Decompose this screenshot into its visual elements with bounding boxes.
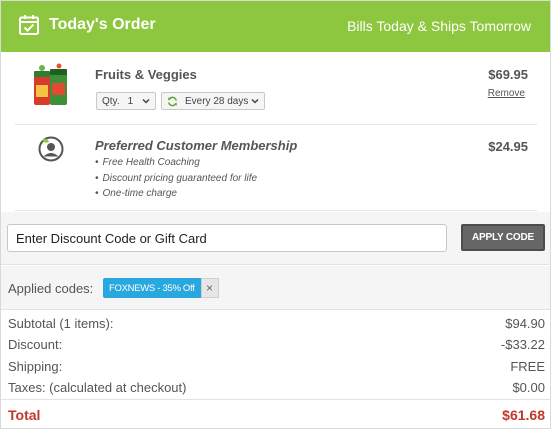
remove-item-link[interactable]: Remove — [488, 88, 525, 99]
discount-value: -$33.22 — [500, 337, 545, 352]
order-title: Today's Order — [49, 16, 156, 33]
benefit-item: Discount pricing guaranteed for life — [95, 171, 258, 187]
applied-code-chip: FOXNEWS - 35% Off × — [103, 278, 219, 298]
discount-label: Discount: — [8, 337, 63, 352]
frequency-select[interactable]: Every 28 days — [161, 92, 265, 110]
applied-codes-section: Applied codes: FOXNEWS - 35% Off × — [1, 266, 550, 310]
discount-section: APPLY CODE — [1, 212, 550, 265]
remove-code-button[interactable]: × — [200, 278, 219, 298]
total-value: $61.68 — [502, 407, 545, 423]
chevron-down-icon — [142, 98, 150, 104]
discount-code-input[interactable] — [7, 224, 447, 252]
membership-benefits-list: Free Health Coaching Discount pricing gu… — [95, 155, 258, 202]
item-price: $24.95 — [488, 139, 528, 154]
item-name: Fruits & Veggies — [95, 67, 197, 82]
total-label: Total — [8, 407, 41, 423]
order-item-fruits-veggies: Fruits & Veggies $69.95 Remove Qty. 1 Ev… — [15, 53, 537, 125]
taxes-label: Taxes: (calculated at checkout) — [8, 380, 187, 395]
frequency-value: Every 28 days — [185, 95, 249, 107]
supplement-bottles-thumbnail — [34, 63, 67, 105]
quantity-select[interactable]: Qty. 1 — [96, 92, 156, 110]
applied-codes-label: Applied codes: — [8, 281, 94, 296]
order-header: Today's Order Bills Today & Ships Tomorr… — [1, 1, 550, 52]
calendar-check-icon — [19, 15, 39, 35]
benefit-item: Free Health Coaching — [95, 155, 257, 171]
benefit-item: One-time charge — [95, 186, 257, 202]
quantity-label: Qty. — [102, 95, 120, 107]
order-item-membership: Preferred Customer Membership $24.95 Fre… — [15, 125, 537, 211]
subtotal-value: $94.90 — [505, 316, 545, 331]
total-row: Total $61.68 — [1, 399, 550, 427]
apply-code-button[interactable]: APPLY CODE — [461, 224, 545, 251]
order-summary-panel: Today's Order Bills Today & Ships Tomorr… — [0, 0, 551, 429]
item-name: Preferred Customer Membership — [95, 138, 298, 153]
shipping-value: FREE — [510, 359, 545, 374]
applied-code-text: FOXNEWS - 35% Off — [103, 278, 201, 298]
quantity-value: 1 — [127, 95, 134, 107]
billing-note: Bills Today & Ships Tomorrow — [347, 18, 531, 34]
item-price: $69.95 — [488, 67, 528, 82]
taxes-value: $0.00 — [512, 380, 545, 395]
subtotal-label: Subtotal (1 items): — [8, 316, 114, 331]
shipping-label: Shipping: — [8, 359, 63, 374]
refresh-icon — [168, 96, 177, 106]
member-avatar-icon — [38, 136, 64, 162]
chevron-down-icon — [251, 98, 259, 104]
